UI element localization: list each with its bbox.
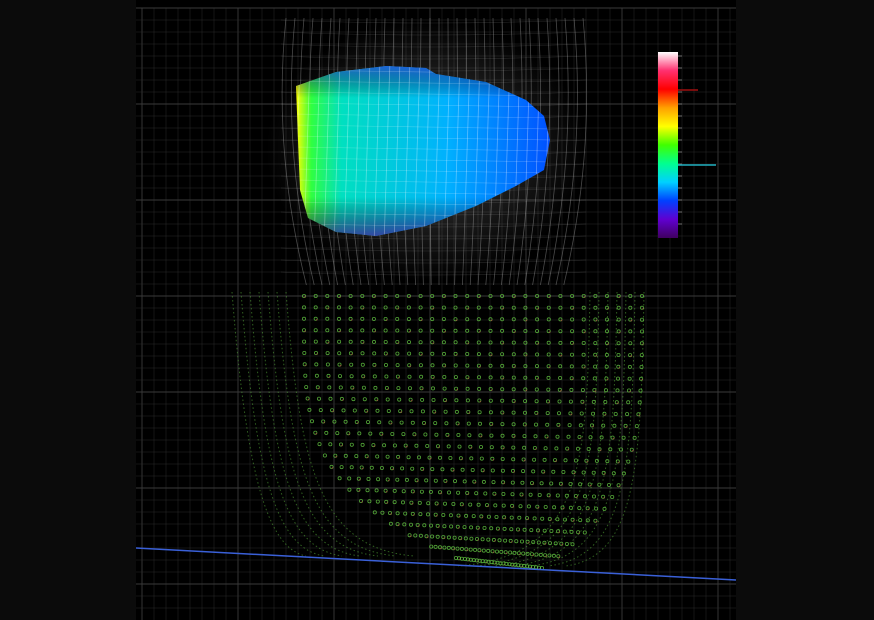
- 3d-viewport[interactable]: [136, 0, 736, 620]
- right-margin: [736, 0, 874, 620]
- point-cloud-bowl: [231, 291, 645, 571]
- left-margin: [0, 0, 136, 620]
- scene-canvas[interactable]: [136, 0, 736, 620]
